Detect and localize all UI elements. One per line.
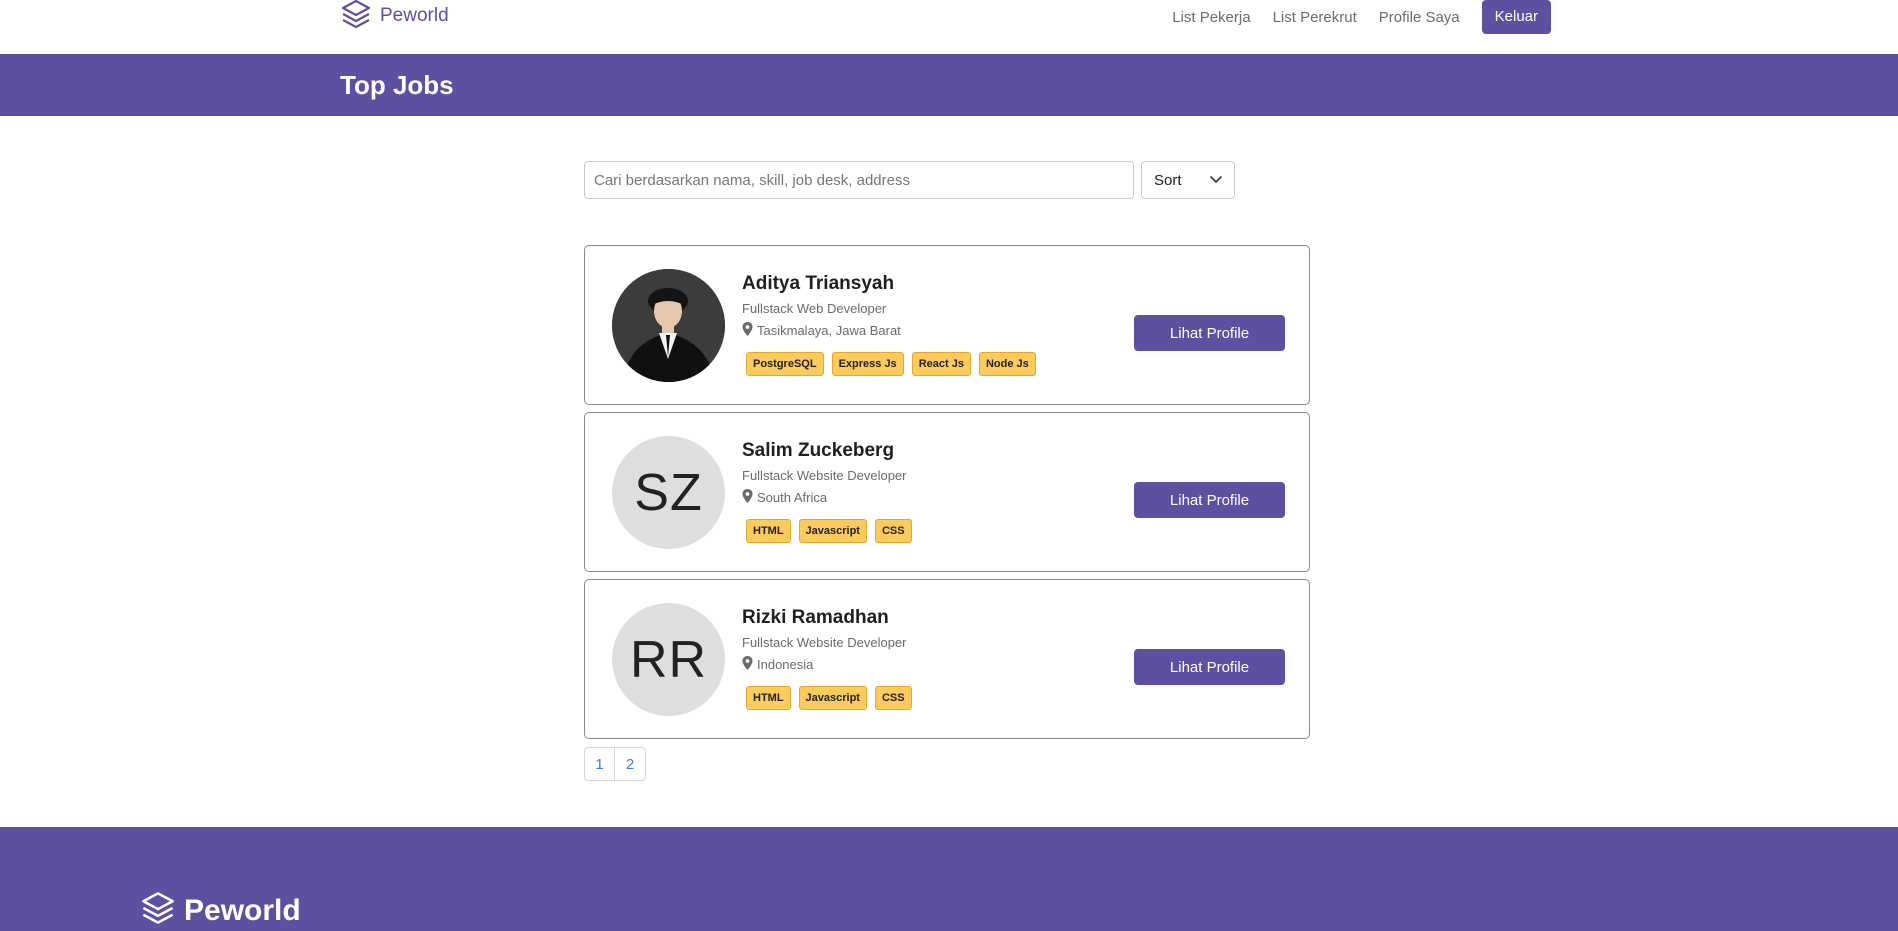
nav-link-list-pekerja[interactable]: List Pekerja (1172, 9, 1250, 26)
skill-badge: HTML (746, 519, 791, 543)
worker-role: Fullstack Website Developer (742, 468, 907, 483)
layers-icon (140, 890, 176, 931)
worker-location: South Africa (742, 488, 912, 508)
page-link-2[interactable]: 2 (615, 747, 646, 781)
skill-badge: Javascript (798, 519, 867, 543)
worker-role: Fullstack Website Developer (742, 635, 907, 650)
skill-badge: React Js (911, 352, 971, 376)
search-input[interactable] (584, 161, 1134, 199)
worker-location-text: South Africa (757, 490, 828, 505)
map-pin-icon (742, 321, 753, 341)
worker-location-text: Indonesia (757, 657, 814, 672)
avatar-initials: RR (629, 630, 708, 689)
map-pin-icon (742, 655, 753, 675)
avatar: SZ (612, 436, 725, 549)
view-profile-button[interactable]: Lihat Profile (1134, 649, 1285, 685)
worker-info: Rizki Ramadhan Fullstack Website Develop… (742, 606, 912, 710)
nav-links: List Pekerja List Perekrut Profile Saya … (1172, 0, 1551, 34)
avatar-photo (612, 269, 725, 382)
worker-role: Fullstack Web Developer (742, 301, 887, 316)
skill-badge: HTML (746, 686, 791, 710)
worker-info: Aditya Triansyah Fullstack Web Developer… (742, 272, 1036, 376)
skill-badge: Node Js (978, 352, 1036, 376)
worker-card: SZ Salim Zuckeberg Fullstack Website Dev… (584, 412, 1310, 572)
skill-badge: Javascript (798, 686, 867, 710)
page-title: Top Jobs (340, 70, 454, 100)
sort-select[interactable]: Sort (1141, 161, 1235, 199)
skill-list: HTML Javascript CSS (742, 686, 912, 710)
avatar-initials: SZ (634, 463, 703, 522)
worker-location: Tasikmalaya, Jawa Barat (742, 321, 1036, 341)
brand-name: Peworld (380, 5, 449, 26)
worker-location: Indonesia (742, 655, 912, 675)
skill-list: PostgreSQL Express Js React Js Node Js (742, 352, 1036, 376)
avatar: RR (612, 603, 725, 716)
footer-brand: Peworld (140, 890, 301, 931)
nav-link-profile-saya[interactable]: Profile Saya (1379, 9, 1460, 26)
view-profile-button[interactable]: Lihat Profile (1134, 482, 1285, 518)
avatar (612, 269, 725, 382)
worker-card: Aditya Triansyah Fullstack Web Developer… (584, 245, 1310, 405)
skill-badge: Express Js (831, 352, 904, 376)
worker-location-text: Tasikmalaya, Jawa Barat (757, 323, 901, 338)
footer: Peworld (0, 827, 1898, 931)
navbar: Peworld List Pekerja List Perekrut Profi… (0, 0, 1898, 54)
footer-brand-name: Peworld (184, 893, 301, 927)
skill-badge: CSS (874, 519, 912, 543)
brand-logo[interactable]: Peworld (340, 0, 449, 32)
page-link-1[interactable]: 1 (584, 747, 615, 781)
skill-list: HTML Javascript CSS (742, 519, 912, 543)
worker-name: Salim Zuckeberg (742, 440, 895, 461)
page-banner: Top Jobs (0, 54, 1898, 116)
nav-link-list-perekrut[interactable]: List Perekrut (1273, 9, 1357, 26)
skill-badge: CSS (874, 686, 912, 710)
worker-name: Rizki Ramadhan (742, 607, 889, 628)
chevron-down-icon (1210, 171, 1222, 189)
worker-info: Salim Zuckeberg Fullstack Website Develo… (742, 439, 912, 543)
layers-icon (340, 0, 372, 35)
worker-name: Aditya Triansyah (742, 273, 895, 294)
worker-card: RR Rizki Ramadhan Fullstack Website Deve… (584, 579, 1310, 739)
sort-label: Sort (1154, 171, 1182, 189)
view-profile-button[interactable]: Lihat Profile (1134, 315, 1285, 351)
logout-button[interactable]: Keluar (1481, 0, 1551, 34)
skill-badge: PostgreSQL (746, 352, 824, 376)
pagination: 1 2 (584, 747, 646, 781)
map-pin-icon (742, 488, 753, 508)
